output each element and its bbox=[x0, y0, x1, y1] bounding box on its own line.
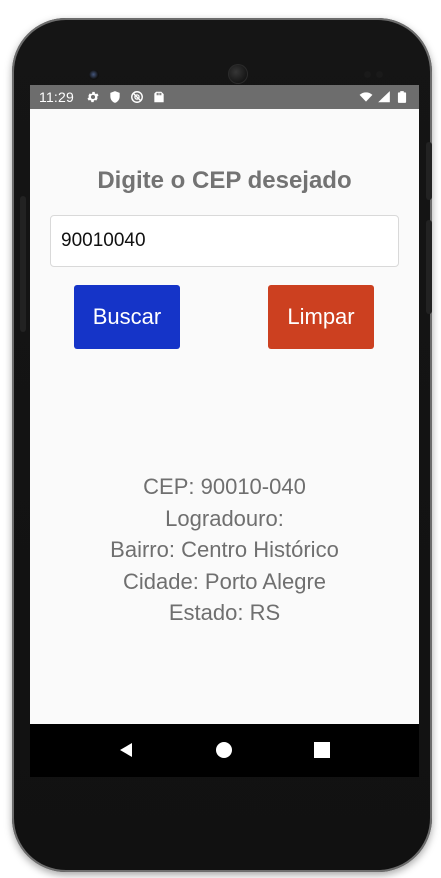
status-right bbox=[359, 85, 409, 109]
volume-button bbox=[20, 196, 26, 332]
wifi-icon bbox=[359, 90, 373, 104]
result-state: Estado: RS bbox=[168, 600, 281, 625]
clear-button[interactable]: Limpar bbox=[268, 285, 374, 349]
result-street: Logradouro: bbox=[165, 505, 284, 531]
page-title: Digite o CEP desejado bbox=[97, 167, 352, 194]
result-cep: CEP: 90010-040 bbox=[143, 474, 306, 499]
gear-icon bbox=[86, 90, 100, 104]
power-button bbox=[426, 142, 432, 200]
status-left: 11:29 bbox=[39, 85, 166, 109]
camera-icon bbox=[89, 70, 99, 80]
battery-icon bbox=[395, 90, 409, 104]
result-city: Cidade: Porto Alegre bbox=[122, 568, 327, 594]
result-district: Bairro: Centro Histórico bbox=[110, 537, 339, 562]
search-button[interactable]: Buscar bbox=[74, 285, 180, 349]
sd-card-icon bbox=[152, 90, 166, 104]
screen: 11:29 Digite o CEP desejado 90010040 Bus… bbox=[30, 85, 419, 777]
page: 11:29 Digite o CEP desejado 90010040 Bus… bbox=[0, 0, 441, 878]
sensor-icon bbox=[364, 71, 386, 78]
shield-icon bbox=[108, 90, 122, 104]
home-icon[interactable] bbox=[213, 739, 235, 761]
address-result: CEP: 90010-040 Logradouro: Bairro: Centr… bbox=[30, 471, 419, 629]
at-sign-icon bbox=[130, 90, 144, 104]
recent-apps-icon[interactable] bbox=[311, 739, 333, 761]
signal-icon bbox=[377, 90, 391, 104]
cep-input[interactable] bbox=[50, 215, 399, 267]
status-bar: 11:29 bbox=[30, 85, 419, 109]
speaker-icon bbox=[228, 64, 248, 84]
side-button bbox=[426, 220, 432, 314]
back-icon[interactable] bbox=[115, 739, 137, 761]
app-content: Digite o CEP desejado Buscar Limpar CEP:… bbox=[30, 109, 419, 724]
status-time: 11:29 bbox=[39, 89, 74, 105]
navigation-bar bbox=[30, 724, 419, 777]
